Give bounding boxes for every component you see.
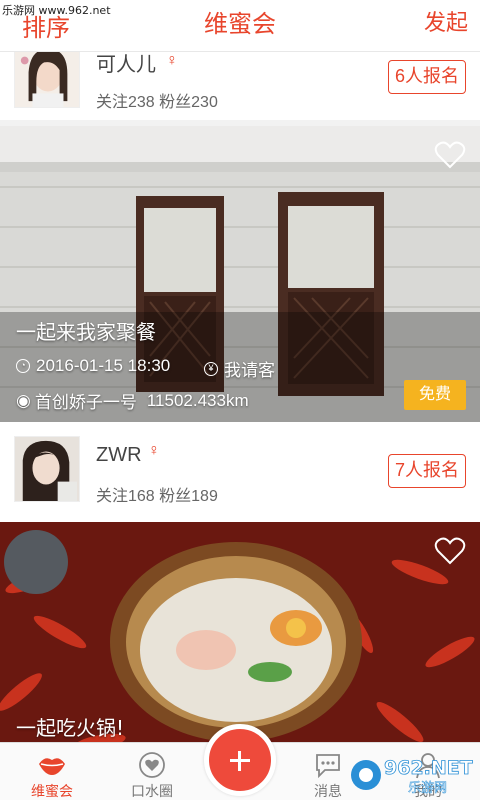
watermark-text: 乐游网 www.962.net (2, 4, 111, 17)
signup-count-button[interactable]: 7人报名 (388, 454, 466, 488)
svg-text:962.NET: 962.NET (384, 757, 473, 779)
event-payment: ¥ 我请客 (204, 356, 275, 381)
event-card[interactable]: 一起吃火锅! (0, 522, 480, 742)
event-photo (0, 522, 480, 742)
signup-count-button[interactable]: 6人报名 (388, 60, 466, 94)
organizer-name[interactable]: ZWR (96, 444, 142, 467)
tab-label: 口水圈 (131, 783, 173, 799)
location-pin-icon: ◉ (16, 390, 31, 410)
lips-icon (39, 758, 65, 775)
event-distance: 11502.433km (146, 390, 249, 410)
svg-text:乐游网: 乐游网 (408, 781, 447, 796)
avatar[interactable] (14, 436, 80, 502)
event-feed[interactable]: 可人儿 ♀ 关注238 粉丝230 6人报名 一起来我家聚餐 ◔ 2016-01… (0, 52, 480, 742)
chat-bubble-icon (316, 754, 340, 779)
create-event-button[interactable]: 发起 (424, 5, 468, 37)
plus-icon[interactable] (204, 724, 276, 796)
clock-icon: ◔ (16, 359, 30, 373)
yen-icon: ¥ (204, 361, 218, 376)
tab-weimihui[interactable]: 维蜜会 (4, 743, 100, 800)
organizer-row[interactable]: 可人儿 ♀ 关注238 粉丝230 6人报名 (0, 52, 480, 120)
event-location-text: 首创娇子一号 (34, 393, 137, 412)
event-payment-text: 我请客 (224, 361, 275, 380)
follow-stats: 关注168 粉丝189 (96, 488, 218, 505)
favorite-heart-icon[interactable] (434, 140, 466, 170)
event-title: 一起来我家聚餐 (16, 320, 156, 344)
site-logo: 962.NET 乐游网 (351, 757, 473, 796)
organizer-name[interactable]: 可人儿 (96, 52, 156, 77)
heart-circle-icon (139, 752, 165, 778)
organizer-row[interactable]: ZWR ♀ 关注168 粉丝189 7人报名 (0, 422, 480, 522)
follow-stats: 关注238 粉丝230 (96, 94, 218, 111)
price-badge: 免费 (404, 380, 466, 410)
event-datetime-text: 2016-01-15 18:30 (36, 356, 171, 375)
female-icon: ♀ (148, 442, 160, 459)
tab-label: 维蜜会 (31, 783, 73, 799)
event-title: 一起吃火锅! (16, 716, 125, 740)
female-icon: ♀ (166, 52, 178, 69)
tab-koushuiquan[interactable]: 口水圈 (104, 743, 200, 800)
favorite-heart-icon[interactable] (434, 536, 466, 566)
event-card[interactable]: 一起来我家聚餐 ◔ 2016-01-15 18:30 ¥ 我请客 ◉ 首创娇子一… (0, 126, 480, 422)
event-location: ◉ 首创娇子一号 11502.433km (16, 388, 249, 413)
event-datetime: ◔ 2016-01-15 18:30 (16, 356, 170, 376)
avatar[interactable] (14, 52, 80, 108)
